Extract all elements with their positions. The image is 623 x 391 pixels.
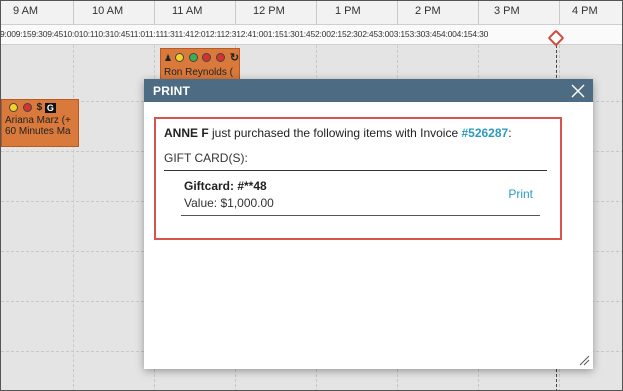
- hour-divider: [397, 1, 398, 25]
- gift-card-number: Giftcard: #**48: [184, 179, 267, 193]
- dialog-title: PRINT: [153, 83, 190, 98]
- invoice-link[interactable]: #526287: [461, 126, 508, 140]
- dialog-header: PRINT: [144, 79, 593, 102]
- minute-labels: 9:009:159:309:4510:010:110:310:4511:011:…: [0, 29, 489, 39]
- minute-header: 9:009:159:309:4510:010:110:310:4511:011:…: [0, 25, 622, 45]
- appointment-service: 60 Minutes Ma: [5, 126, 71, 138]
- message-suffix: :: [508, 126, 512, 140]
- group-tag: G: [44, 102, 56, 113]
- hour-label: 9 AM: [13, 5, 39, 17]
- hour-label: 12 PM: [253, 5, 285, 17]
- hour-header: 9 AM 10 AM 11 AM 12 PM 1 PM 2 PM 3 PM 4 …: [1, 1, 622, 25]
- hour-label: 4 PM: [572, 5, 598, 17]
- customer-name: ANNE F: [164, 126, 209, 140]
- status-dot-icon: [188, 53, 198, 62]
- hour-divider: [235, 1, 236, 25]
- appointment-status-icons: ♟ ↻: [164, 51, 240, 64]
- print-dialog: PRINT ANNE F just purchased the followin…: [144, 79, 593, 369]
- gift-card-section-label: GIFT CARD(S):: [164, 151, 547, 171]
- hour-label: 2 PM: [415, 5, 441, 17]
- gift-card-value: Value: $1,000.00: [184, 196, 274, 210]
- appointment-client: Ron Reynolds (: [164, 67, 233, 78]
- hour-divider: [316, 1, 317, 25]
- hour-label: 11 AM: [172, 5, 203, 17]
- dollar-icon: $: [36, 102, 43, 113]
- recurring-icon: ↻: [229, 52, 240, 64]
- message-text: just purchased the following items with …: [208, 126, 462, 140]
- gift-card-details: Giftcard: #**48 Value: $1,000.00: [184, 179, 274, 210]
- hour-divider: [478, 1, 479, 25]
- hour-label: 3 PM: [494, 5, 520, 17]
- appointment-status-icons: $ G: [5, 102, 75, 113]
- status-dot-icon: [174, 53, 184, 62]
- status-dot-icon: [9, 103, 18, 112]
- status-dot-icon: [216, 53, 226, 62]
- status-dot-icon: [22, 103, 32, 112]
- status-dot-icon: [202, 53, 212, 62]
- purchase-summary-box: ANNE F just purchased the following item…: [154, 117, 562, 240]
- hour-divider: [73, 1, 74, 25]
- hour-label: 10 AM: [92, 5, 124, 17]
- person-icon: ♟: [164, 53, 173, 63]
- gift-card-item: Giftcard: #**48 Value: $1,000.00 Print: [181, 179, 540, 216]
- hour-divider: [154, 1, 155, 25]
- print-gift-card-link[interactable]: Print: [508, 187, 533, 201]
- appointment-client: Ariana Marz (+: [5, 115, 71, 127]
- scheduler-window: 9 AM 10 AM 11 AM 12 PM 1 PM 2 PM 3 PM 4 …: [0, 0, 623, 391]
- close-icon[interactable]: [571, 84, 585, 98]
- purchase-message: ANNE F just purchased the following item…: [164, 126, 552, 140]
- dialog-body: ANNE F just purchased the following item…: [144, 102, 593, 240]
- appointment-card[interactable]: $ G Ariana Marz (+ 60 Minutes Ma: [1, 99, 79, 147]
- resize-handle-icon[interactable]: [579, 355, 590, 366]
- hour-divider: [559, 1, 560, 25]
- hour-label: 1 PM: [335, 5, 361, 17]
